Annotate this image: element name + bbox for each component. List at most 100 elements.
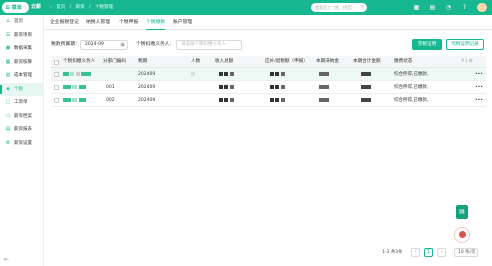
table-row[interactable]: 002 202409 综合所得,已缴款, •••	[51, 94, 486, 107]
row-action-menu[interactable]: •••	[475, 94, 483, 107]
tab-tax-registration[interactable]: 企业报税登记	[50, 15, 79, 30]
column-settings-icon[interactable]: ⚲ | ⚙	[461, 56, 473, 68]
period-cell: 202409	[138, 98, 156, 103]
document-icon[interactable]: ▤	[456, 205, 468, 219]
document-icon: ▢	[5, 99, 11, 105]
collapse-icon[interactable]: ⇤	[0, 253, 44, 266]
sidebar: ⌂ 首页 ☰ 薪资项目 ▣ 数据采集 ▦ 薪资核算 ▥ 成本管理 ◈ 个税 ▢ 工资单 ▭ 薪资…	[0, 15, 44, 266]
menu-button[interactable]: ≡ 菜单	[2, 2, 29, 13]
withholder-name-cell	[63, 81, 86, 94]
withholder-select[interactable]: 请选择个税扣缴义务人	[176, 40, 242, 50]
row-action-menu[interactable]: •••	[475, 68, 483, 81]
withholder-name-cell	[63, 94, 86, 107]
prev-page-button[interactable]: ‹	[411, 248, 420, 257]
main-content: 企业报税登记 纳税人管理 个税申报 个税缴款 账户管理 税款所属期： 2024-…	[44, 15, 492, 266]
late-fee-cell	[319, 68, 329, 81]
clipboard-icon[interactable]: ▤	[428, 3, 437, 12]
home-icon: ⌂	[6, 18, 10, 24]
sidebar-item-cost[interactable]: ▥ 成本管理	[0, 69, 43, 83]
tax-cell	[270, 68, 285, 81]
tab-tax-payment[interactable]: 个税缴款	[146, 15, 166, 30]
calendar-icon: ▣	[120, 42, 125, 48]
tab-tax-declaration[interactable]: 个税申报	[119, 15, 138, 30]
dept-code-cell: 002	[106, 98, 115, 103]
period-cell: 202409	[138, 85, 156, 90]
pagination-summary: 1-3 共3条	[382, 250, 403, 255]
page-button[interactable]: 1	[424, 248, 433, 257]
table-row[interactable]: 001 202409 综合所得,已缴款, •••	[51, 81, 486, 94]
folder-icon: ▭	[5, 112, 11, 119]
total-cell	[361, 68, 371, 81]
income-cell	[219, 81, 234, 94]
withholder-label: 个税扣缴义务人：	[136, 42, 175, 47]
gear-icon: ⚙	[5, 139, 11, 146]
sidebar-item-archive[interactable]: ▭ 薪资档案	[0, 110, 43, 124]
sidebar-item-reports[interactable]: ▤ 薪资报表	[0, 123, 43, 137]
list-icon: ≡	[5, 4, 11, 11]
grid-icon[interactable]: ▦	[412, 3, 421, 12]
filter-bar: 税款所属期： 2024-09 ▣ 个税扣缴义务人： 请选择个税扣缴义务人 完税证…	[44, 39, 492, 51]
column-header: 分部门编码	[103, 59, 126, 64]
sidebar-item-tax[interactable]: ◈ 个税	[0, 82, 43, 96]
column-header: 本期合计金额	[353, 59, 381, 64]
sidebar-item-home[interactable]: ⌂ 首页	[0, 15, 43, 29]
table-row[interactable]: 202409 综合所得,已缴款, •••	[51, 68, 486, 81]
sidebar-item-data-collection[interactable]: ▣ 数据采集	[0, 42, 43, 56]
back-icon[interactable]: ‹	[50, 5, 52, 10]
global-search-input[interactable]: 搜索员工（姓、拼音） ⌕	[311, 3, 367, 12]
report-icon: ▤	[5, 126, 11, 132]
tax-cell	[270, 81, 285, 94]
breadcrumb-item: 个税管理	[95, 5, 114, 10]
column-header: 本期滞纳金	[316, 59, 339, 64]
tax-proof-button[interactable]: 完税证明	[412, 39, 442, 50]
column-header: 应补/退税额（申报）	[265, 59, 308, 64]
calculator-icon: ▦	[5, 58, 11, 65]
bell-icon[interactable]: ◔	[444, 3, 453, 12]
status-cell: 综合所得,已缴款,	[394, 85, 429, 90]
chart-icon: ▥	[5, 72, 11, 78]
row-action-menu[interactable]: •••	[475, 81, 483, 94]
status-cell: 综合所得,已缴款,	[394, 98, 429, 103]
list-icon: ☰	[5, 31, 11, 38]
sidebar-item-payroll[interactable]: ▦ 薪资核算	[0, 56, 43, 70]
column-header: 税期	[138, 59, 148, 64]
page-size-select[interactable]: 10 条/页	[454, 248, 478, 257]
count-cell	[191, 68, 195, 81]
row-checkbox[interactable]	[54, 85, 59, 90]
tab-account-management[interactable]: 账户管理	[173, 15, 192, 30]
select-all-checkbox[interactable]	[54, 59, 59, 65]
sidebar-item-salary-items[interactable]: ☰ 薪资项目	[0, 29, 43, 43]
total-cell	[361, 81, 371, 94]
period-label: 税款所属期：	[51, 42, 80, 47]
status-cell: 综合所得,已缴款,	[394, 72, 429, 77]
breadcrumb: ‹ 首页 / 薪资 / 个税管理	[50, 5, 114, 10]
income-cell	[219, 68, 234, 81]
late-fee-cell	[319, 81, 329, 94]
breadcrumb-item[interactable]: 薪资	[76, 5, 85, 10]
total-cell	[361, 94, 371, 107]
search-icon[interactable]: ⌕	[361, 3, 364, 12]
column-header: 人数	[191, 59, 201, 64]
sidebar-item-payslip[interactable]: ▢ 工资单	[0, 96, 43, 110]
breadcrumb-item[interactable]: 首页	[56, 5, 65, 10]
period-picker[interactable]: 2024-09 ▣	[80, 40, 128, 50]
tax-payment-table: 个税扣缴义务人 分部门编码 税期 人数 收入总额 应补/退税额（申报） 本期滞纳…	[51, 56, 486, 107]
table-header: 个税扣缴义务人 分部门编码 税期 人数 收入总额 应补/退税额（申报） 本期滞纳…	[51, 56, 486, 68]
database-icon: ▣	[5, 45, 11, 51]
next-page-button[interactable]: ›	[437, 248, 446, 257]
customer-service-avatar[interactable]	[454, 227, 470, 243]
row-checkbox[interactable]	[54, 98, 59, 103]
late-fee-cell	[319, 94, 329, 107]
income-cell	[219, 94, 234, 107]
column-header: 收入总额	[215, 59, 234, 64]
dept-code-cell: 001	[106, 85, 115, 90]
tax-proof-record-button[interactable]: 完税证明记录	[446, 39, 484, 50]
tax-cell	[270, 94, 285, 107]
tab-taxpayer-management[interactable]: 纳税人管理	[86, 15, 110, 30]
menu-label: 菜单	[11, 5, 22, 11]
top-bar: ≡ 菜单 云薪 ‹ 首页 / 薪资 / 个税管理 搜索员工（姓、拼音） ⌕ ▦ …	[0, 0, 492, 15]
sidebar-item-settings[interactable]: ⚙ 薪资设置	[0, 137, 43, 151]
avatar[interactable]	[477, 3, 487, 12]
row-checkbox[interactable]	[54, 72, 59, 77]
help-icon[interactable]: ?	[460, 3, 469, 12]
